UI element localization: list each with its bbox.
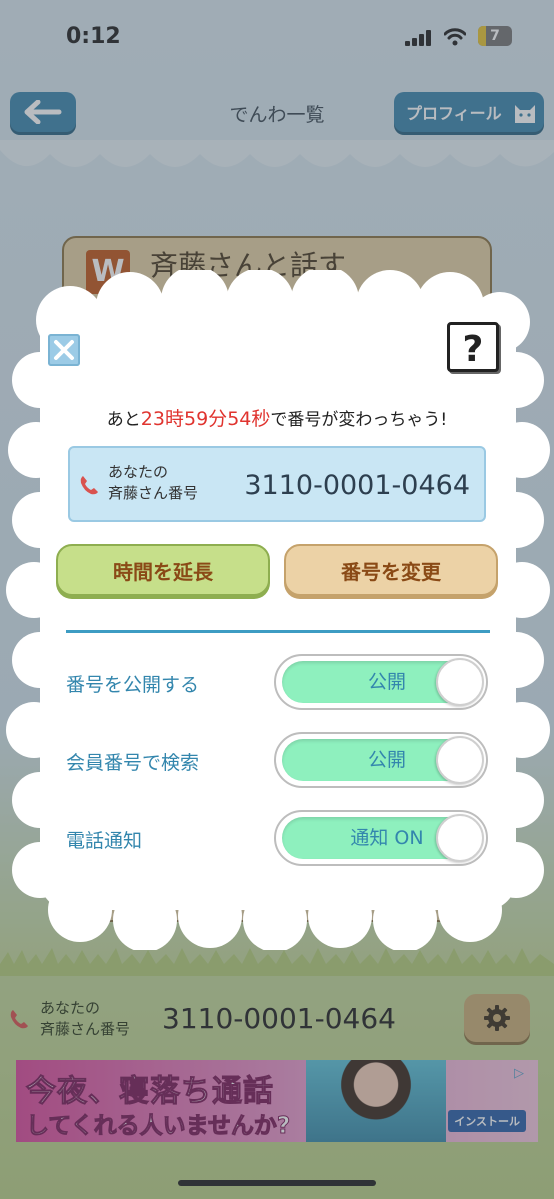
- toggle-call-notification[interactable]: 通知 ON: [274, 810, 488, 866]
- my-number-label: あなたの 斉藤さん番号: [108, 462, 198, 504]
- my-number-box: あなたの 斉藤さん番号 3110-0001-0464: [68, 446, 486, 522]
- change-number-button[interactable]: 番号を変更: [284, 544, 498, 596]
- close-button[interactable]: [48, 334, 80, 366]
- countdown-seconds: 54: [227, 408, 252, 430]
- countdown-text: あと23時59分54秒で番号が変わっちゃう!: [0, 404, 554, 431]
- countdown-hours-unit: 時: [164, 408, 184, 430]
- countdown-hours: 23: [140, 408, 165, 430]
- my-number-value: 3110-0001-0464: [244, 470, 470, 501]
- my-number-label-line2: 斉藤さん番号: [108, 484, 199, 502]
- toggle-knob[interactable]: [436, 658, 484, 706]
- help-button[interactable]: ?: [447, 322, 499, 372]
- countdown-minutes: 59: [183, 408, 209, 430]
- close-icon: [54, 340, 74, 360]
- setting-label-publish-number: 番号を公開する: [66, 674, 200, 696]
- toggle-search-by-member-number[interactable]: 公開: [274, 732, 488, 788]
- toggle-publish-number[interactable]: 公開: [274, 654, 488, 710]
- toggle-knob[interactable]: [436, 814, 484, 862]
- my-number-label-line1: あなたの: [108, 463, 169, 481]
- countdown-suffix: で番号が変わっちゃう!: [270, 410, 448, 430]
- countdown-seconds-unit: 秒: [251, 408, 271, 430]
- phone-icon: [80, 476, 98, 495]
- setting-label-search-by-member-number: 会員番号で検索: [66, 752, 200, 774]
- extend-time-button[interactable]: 時間を延長: [56, 544, 270, 596]
- toggle-knob[interactable]: [436, 736, 484, 784]
- countdown-minutes-unit: 分: [208, 408, 228, 430]
- divider: [66, 630, 490, 633]
- countdown-prefix: あと: [106, 410, 141, 430]
- setting-label-call-notification: 電話通知: [66, 830, 143, 852]
